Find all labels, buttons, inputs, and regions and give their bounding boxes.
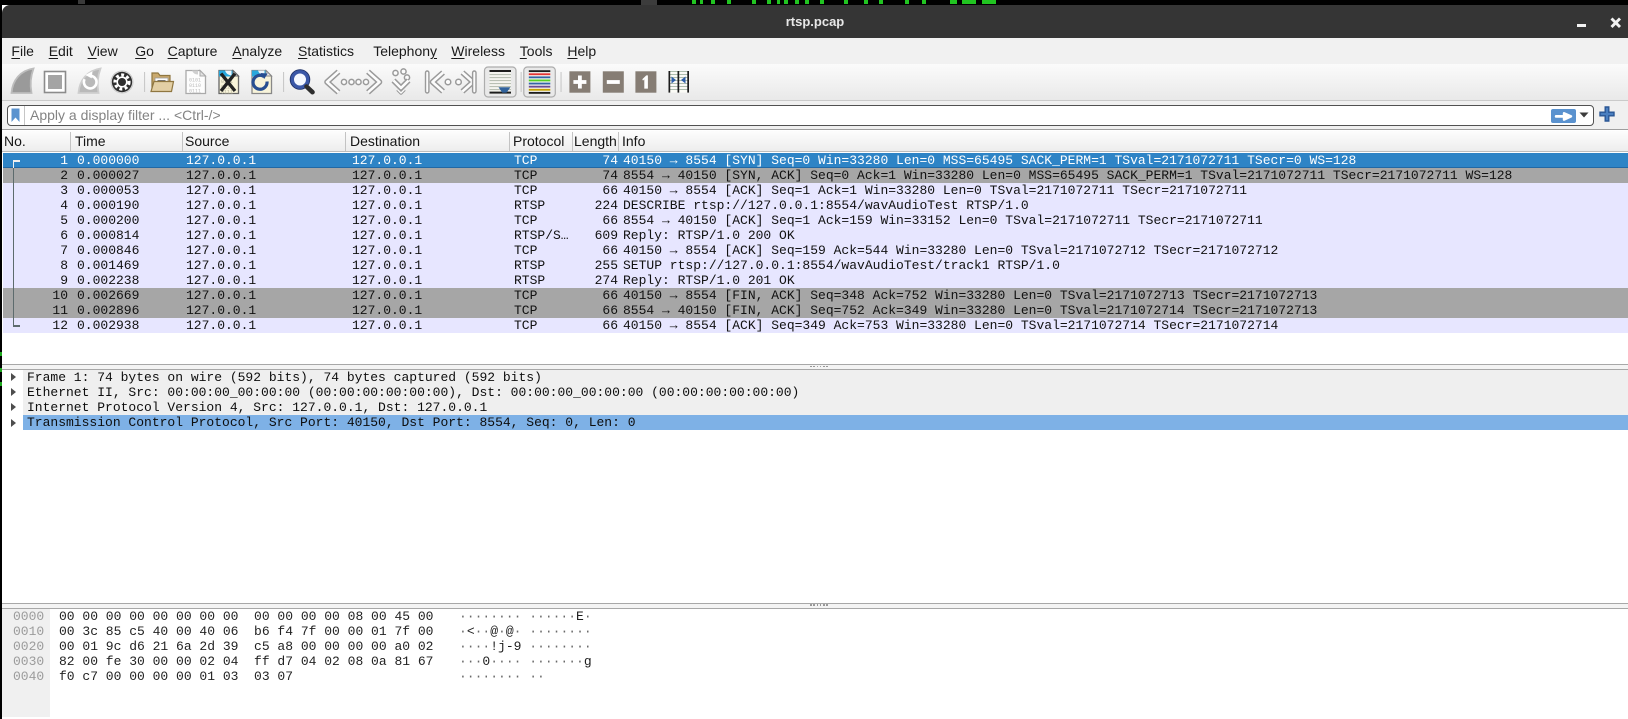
svg-text:0111: 0111 xyxy=(189,89,201,95)
